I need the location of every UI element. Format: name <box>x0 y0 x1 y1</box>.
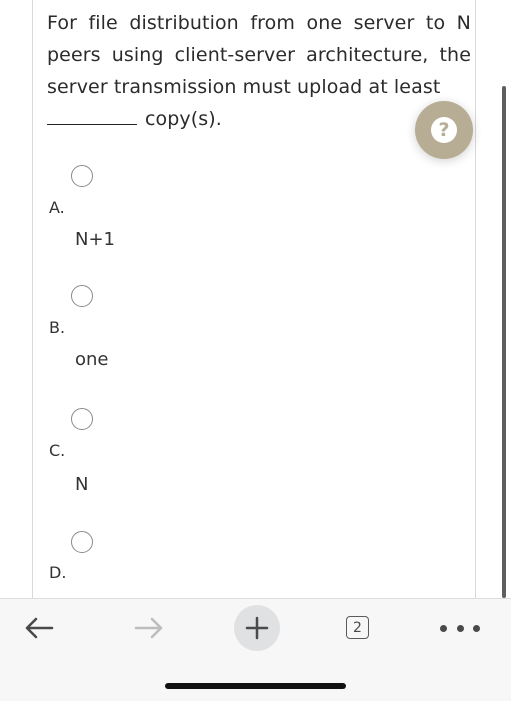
more-dots-icon <box>456 624 464 632</box>
option-c-letter: C. <box>49 441 66 460</box>
question-card: For file distribution from one server to… <box>32 0 476 598</box>
scrollbar[interactable] <box>502 86 506 598</box>
option-a-text: N+1 <box>75 229 115 250</box>
more-dots-icon <box>440 624 447 632</box>
new-tab-button[interactable] <box>234 605 280 651</box>
question-prompt: For file distribution from one server to… <box>47 12 471 98</box>
radio-option-d[interactable] <box>71 531 93 553</box>
option-b-letter: B. <box>49 318 66 337</box>
more-menu-button[interactable] <box>440 621 480 635</box>
radio-option-a[interactable] <box>71 165 93 187</box>
back-button[interactable] <box>22 613 58 643</box>
forward-button[interactable] <box>130 613 166 643</box>
answer-blank <box>47 106 137 125</box>
back-arrow-icon <box>25 617 54 639</box>
radio-option-b[interactable] <box>71 285 93 307</box>
home-indicator <box>165 683 346 689</box>
question-text: For file distribution from one server to… <box>47 7 471 135</box>
question-suffix: copy(s). <box>145 108 222 130</box>
tab-count-button[interactable]: 2 <box>346 616 369 639</box>
option-a-letter: A. <box>49 198 65 217</box>
question-icon: ? <box>431 117 457 143</box>
plus-icon <box>245 616 269 640</box>
forward-arrow-icon <box>134 617 163 639</box>
option-d-letter: D. <box>49 563 67 582</box>
radio-option-c[interactable] <box>71 408 93 430</box>
option-b-text: one <box>75 349 109 370</box>
option-c-text: N <box>75 474 89 495</box>
help-button[interactable]: ? <box>415 101 473 159</box>
more-dots-icon <box>473 624 480 632</box>
